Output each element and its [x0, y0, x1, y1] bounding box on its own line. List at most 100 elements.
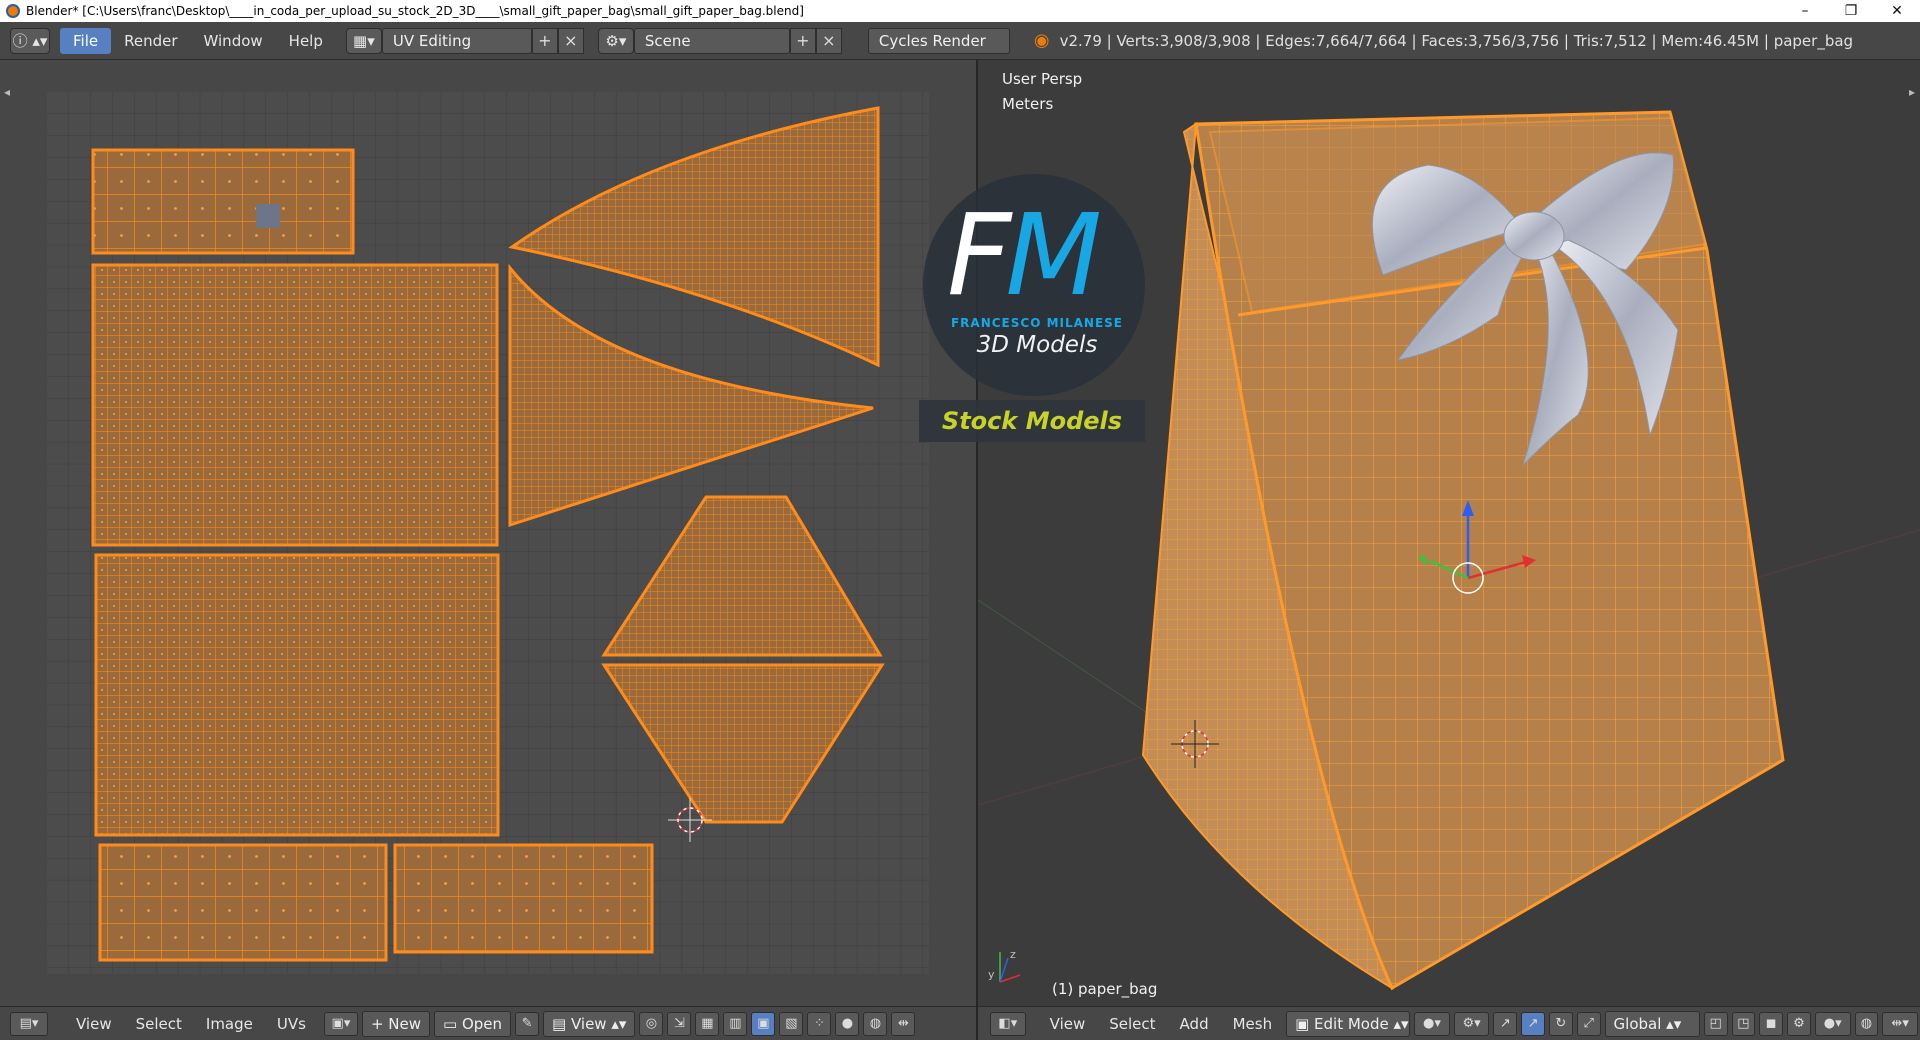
edge-select-icon[interactable]: ▥ [723, 1011, 748, 1036]
remove-layout-button[interactable]: × [557, 27, 584, 54]
editor-type-button[interactable]: ▤▾ [10, 1011, 48, 1036]
layout-grid-icon: ▦▾ [353, 31, 375, 50]
vp-menu-select[interactable]: Select [1097, 1007, 1167, 1040]
vp-menu-add[interactable]: Add [1168, 1007, 1221, 1040]
scale-icon[interactable]: ⤢ [1576, 1011, 1601, 1036]
x-icon: × [822, 31, 836, 50]
maximize-button[interactable]: ❐ [1828, 0, 1874, 22]
fm-watermark: FM FRANCESCO MILANESE 3D Models Stock Mo… [917, 170, 1147, 450]
uv-sculpt-icon[interactable]: ⇹ [891, 1011, 916, 1036]
view-mode-icon: ▤ [552, 1014, 571, 1033]
render-engine-select[interactable]: Cycles Render [867, 27, 1010, 54]
open-image-button[interactable]: ▭ Open [434, 1010, 512, 1037]
menu-file[interactable]: File [60, 27, 112, 54]
uv-menu-view[interactable]: View [64, 1007, 124, 1040]
pivot-point-icon[interactable]: ⚙▾ [1453, 1011, 1490, 1036]
view-name-label: User Persp [1002, 70, 1083, 88]
units-label: Meters [1002, 95, 1054, 113]
pin-icon[interactable]: ✎ [515, 1011, 540, 1036]
uv-island-front [91, 263, 499, 547]
mode-select[interactable]: ▣ Edit Mode ▴▾ [1286, 1010, 1411, 1037]
rotate-icon[interactable]: ↻ [1548, 1011, 1573, 1036]
occlude-geometry-icon[interactable]: ⚙ [1787, 1011, 1811, 1036]
add-scene-button[interactable]: + [789, 27, 816, 54]
snap-element-icon[interactable]: ◍ [1854, 1011, 1879, 1036]
mode-label: Edit Mode [1314, 1014, 1389, 1033]
view-axis-widget-icon: y z [988, 948, 1021, 983]
editor-type-3d-button[interactable]: ◧▾ [990, 1011, 1026, 1036]
face-select-mode-icon[interactable]: ◼ [1759, 1011, 1784, 1036]
x-icon: × [564, 31, 578, 50]
info-header: ⓘ ▴▾ File Render Window Help ▦▾ UV Editi… [0, 22, 1920, 60]
watermark-badge: Stock Models [919, 400, 1145, 442]
snap-target-icon[interactable]: ⇹▾ [1882, 1011, 1918, 1036]
uv-island-bottom-right [393, 843, 654, 954]
info-icon: ⓘ ▴▾ [12, 32, 48, 50]
plus-icon: + [370, 1014, 389, 1033]
sync-selection-icon[interactable]: ⇲ [667, 1011, 692, 1036]
svg-text:y: y [988, 968, 995, 981]
scene-stats: v2.79 | Verts:3,908/3,908 | Edges:7,664/… [1059, 31, 1854, 50]
orientation-label: Global [1613, 1014, 1662, 1033]
window-title: Blender* [C:\Users\franc\Desktop\____in_… [26, 4, 804, 18]
uv-menu-image[interactable]: Image [194, 1007, 265, 1040]
vertex-select-icon[interactable]: ▦ [695, 1011, 720, 1036]
scene-name-field[interactable]: Scene [633, 27, 790, 54]
vp-menu-view[interactable]: View [1038, 1007, 1098, 1040]
close-button[interactable]: ✕ [1874, 0, 1920, 22]
remove-scene-button[interactable]: × [815, 27, 842, 54]
sticky-select-icon[interactable]: ⁘ [807, 1011, 832, 1036]
image-icon: ▣▾ [331, 1016, 351, 1031]
island-select-icon[interactable]: ▧ [779, 1011, 804, 1036]
new-image-button[interactable]: + New [361, 1010, 430, 1037]
manipulator-toggle-icon[interactable]: ↗ [1493, 1011, 1518, 1036]
uv-editor-header: ▤▾ View Select Image UVs ▣▾ + New ▭ Open… [0, 1006, 976, 1040]
face-select-icon[interactable]: ▣ [751, 1011, 776, 1036]
orientation-select[interactable]: Global ▴▾ [1604, 1010, 1700, 1037]
plus-icon: + [538, 31, 552, 50]
pivot-icon[interactable]: ◎ [639, 1011, 664, 1036]
proportional-edit-icon[interactable]: ● [835, 1011, 860, 1036]
uv-image-editor[interactable]: ◂ [0, 60, 976, 1006]
view-mode-select[interactable]: ▤ View ▴▾ [543, 1010, 636, 1037]
translate-icon[interactable]: ↗ [1521, 1011, 1545, 1036]
properties-toggle-icon[interactable]: ▸ [1909, 85, 1915, 99]
toolshelf-toggle-icon[interactable]: ◂ [4, 85, 10, 99]
edge-select-mode-icon[interactable]: ◳ [1731, 1011, 1756, 1036]
editor-type-info-button[interactable]: ⓘ ▴▾ [10, 27, 50, 54]
watermark-name: FRANCESCO MILANESE [950, 316, 1124, 330]
cube-icon: ◧▾ [998, 1016, 1018, 1031]
uv-island-back [94, 553, 500, 837]
scene-icon: ⚙▾ [605, 31, 627, 50]
folder-icon: ▭ [443, 1014, 462, 1033]
uv-menu-select[interactable]: Select [124, 1007, 194, 1040]
image-editor-icon: ▤▾ [19, 1016, 39, 1031]
minimize-button[interactable]: – [1782, 0, 1828, 22]
open-image-label: Open [461, 1014, 503, 1033]
proportional-editing-icon[interactable]: ●▾ [1814, 1011, 1851, 1036]
uv-selected-tile [256, 204, 280, 228]
shading-select-icon[interactable]: ●▾ [1414, 1011, 1450, 1036]
uv-island-top-strip [91, 148, 355, 255]
viewport-header: ◧▾ View Select Add Mesh ▣ Edit Mode ▴▾ ●… [978, 1006, 1920, 1040]
vp-menu-mesh[interactable]: Mesh [1221, 1007, 1285, 1040]
uv-canvas[interactable]: ◂ [0, 60, 976, 1006]
uv-menu-uvs[interactable]: UVs [265, 1007, 318, 1040]
uv-island-bottom-left [98, 843, 388, 962]
add-layout-button[interactable]: + [531, 27, 558, 54]
image-browse-button[interactable]: ▣▾ [323, 1011, 358, 1036]
active-object-label: (1) paper_bag [1052, 980, 1158, 998]
blender-version-icon: ◉ [1033, 30, 1050, 51]
layout-browse-button[interactable]: ▦▾ [345, 27, 382, 54]
main-menu: File Render Window Help [60, 27, 336, 54]
blender-logo-icon [6, 4, 20, 18]
layout-name-field[interactable]: UV Editing [381, 27, 532, 54]
view-mode-label: View [570, 1014, 607, 1033]
vertex-select-mode-icon[interactable]: ◰ [1703, 1011, 1728, 1036]
menu-render[interactable]: Render [111, 28, 190, 54]
menu-help[interactable]: Help [276, 28, 336, 54]
snap-icon[interactable]: ◍ [863, 1011, 888, 1036]
scene-browse-button[interactable]: ⚙▾ [597, 27, 634, 54]
edit-mode-icon: ▣ [1295, 1014, 1315, 1033]
menu-window[interactable]: Window [191, 28, 276, 54]
